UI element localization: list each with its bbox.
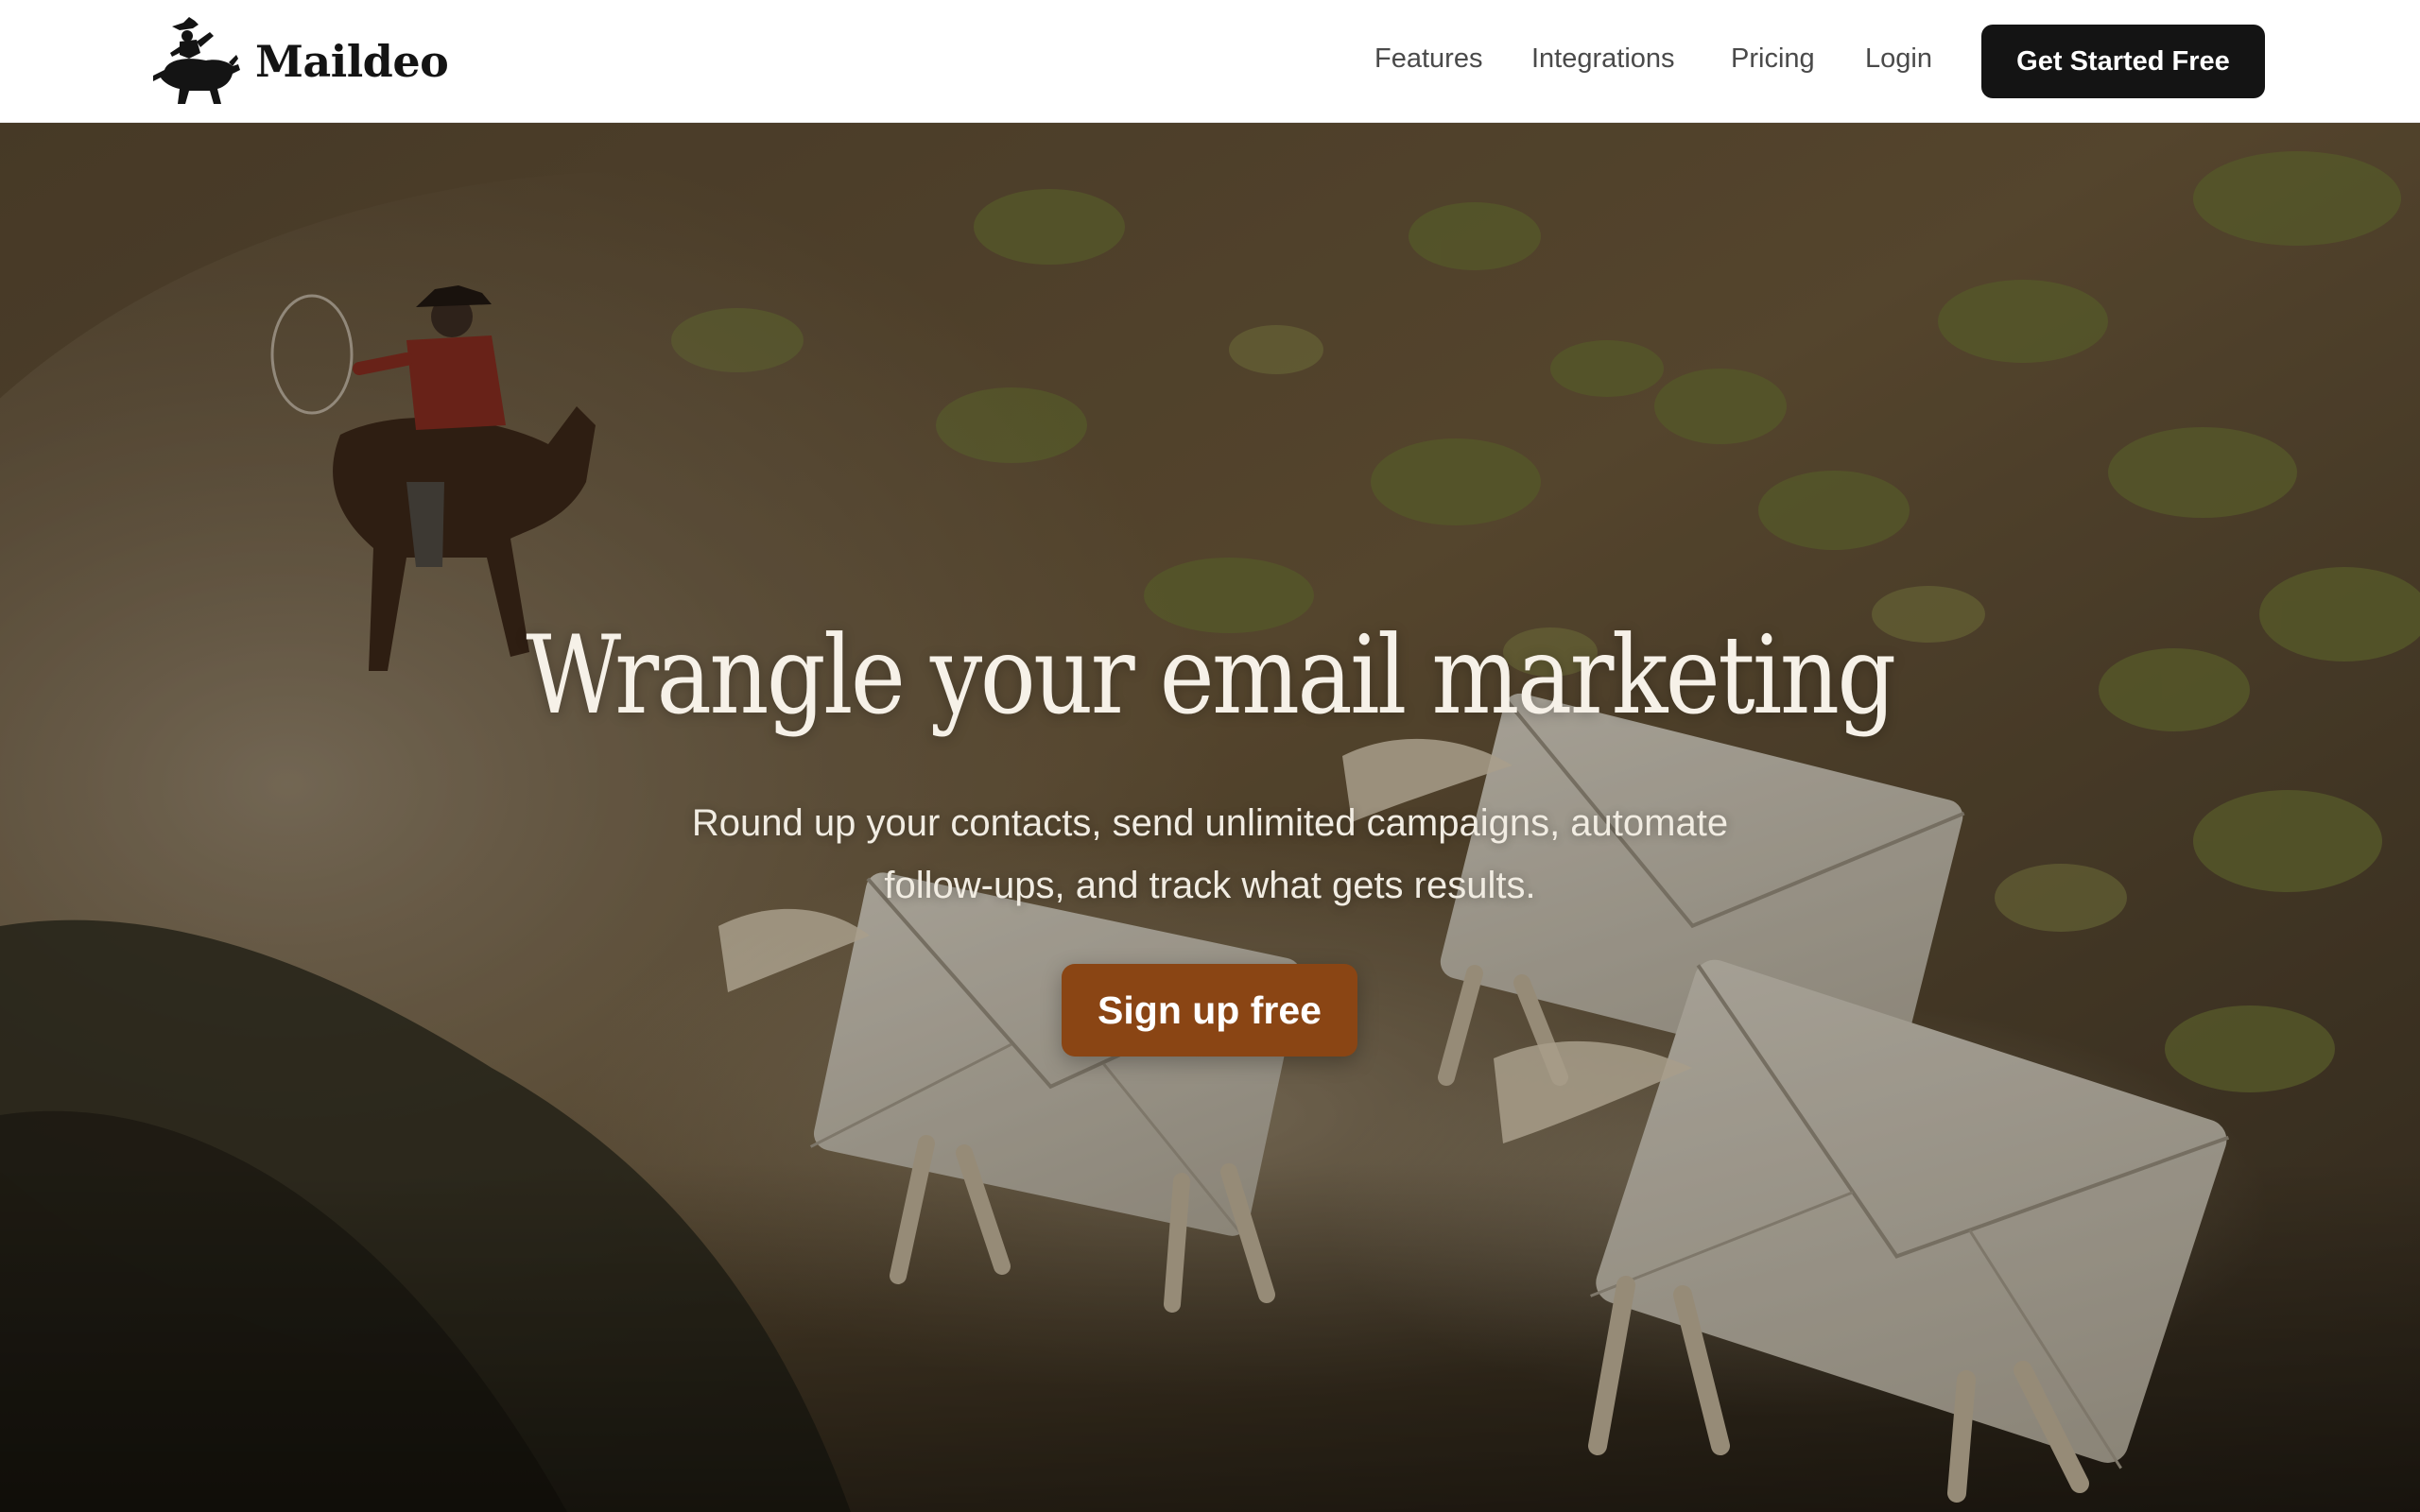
get-started-button[interactable]: Get Started Free (1981, 25, 2265, 98)
hero-subtitle: Round up your contacts, send unlimited c… (691, 802, 1729, 906)
nav-link-login[interactable]: Login (1865, 38, 1932, 79)
sign-up-free-button[interactable]: Sign up free (1062, 964, 1357, 1057)
brand-name: Maildeo (255, 36, 449, 87)
cowboy-riding-bull-icon (153, 17, 240, 104)
hero-title: Wrangle your email marketing (526, 612, 1896, 738)
top-nav: Maildeo Features Integrations Pricing Lo… (0, 0, 2420, 123)
nav-link-features[interactable]: Features (1374, 38, 1482, 79)
nav-link-integrations[interactable]: Integrations (1531, 38, 1675, 79)
hero-section: Wrangle your email marketing Round up yo… (0, 123, 2420, 1512)
brand-logo[interactable]: Maildeo (151, 15, 449, 108)
nav-link-pricing[interactable]: Pricing (1731, 38, 1815, 79)
